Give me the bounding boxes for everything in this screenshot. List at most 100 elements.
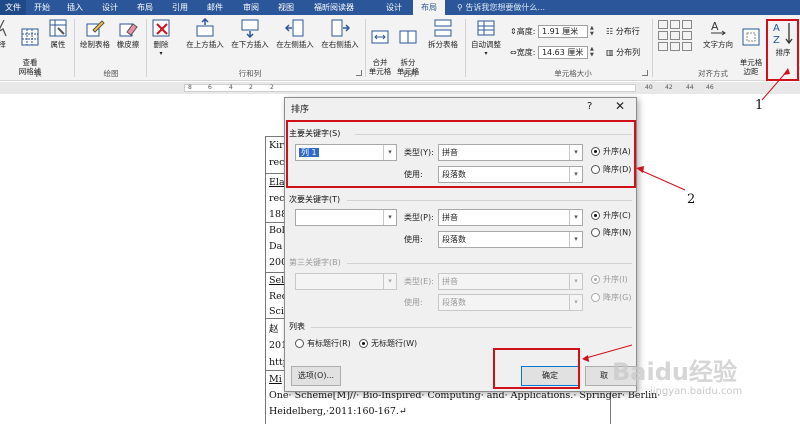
group-cell-size-label: 单元格大小 (554, 69, 592, 78)
delete-table-icon (151, 18, 171, 38)
tertiary-ascending-radio[interactable] (591, 275, 600, 284)
has-header-row-label[interactable]: 有标题行(R) (307, 338, 351, 349)
ruler-number: 8 (188, 84, 192, 91)
tertiary-ascending-label[interactable]: 升序(I) (603, 274, 628, 285)
eraser-button[interactable]: 橡皮擦 (114, 18, 142, 49)
distribute-cols-icon: ▥ (606, 48, 617, 57)
insert-left-button[interactable]: 在左侧插入 (273, 18, 317, 49)
autofit-icon (476, 18, 496, 38)
table-cell-text: Sel (269, 275, 285, 286)
rows-cols-launcher-icon[interactable] (356, 70, 362, 76)
secondary-type-select[interactable]: 拼音 ▾ (438, 209, 583, 226)
chevron-down-icon: ▾ (383, 210, 396, 225)
primary-key-highlight-box (286, 120, 636, 188)
insert-below-button[interactable]: 在下方插入 (228, 18, 272, 49)
align-bottom-right-icon[interactable] (682, 42, 692, 51)
table-cell-text: rec (269, 193, 285, 204)
merge-cells-icon (370, 27, 390, 47)
chevron-down-icon: ▾ (569, 274, 582, 289)
draw-table-button[interactable]: 绘制表格 (78, 18, 112, 49)
align-top-center-icon[interactable] (670, 20, 680, 29)
delete-button[interactable]: 删除 ▾ (150, 18, 172, 58)
tab-foxit-reader[interactable]: 福昕阅读器 (306, 0, 362, 15)
secondary-descending-radio[interactable] (591, 228, 600, 237)
options-button[interactable]: 选项(O)... (291, 366, 341, 386)
tell-me-search[interactable]: ⚲ 告诉我您想要做什么... (457, 1, 545, 14)
row-height-control: ⇕高度: 1.91 厘米 ▲ ▼ (510, 25, 596, 38)
help-icon[interactable]: ? (587, 101, 592, 112)
secondary-using-select[interactable]: 段落数 ▾ (438, 231, 583, 248)
baidu-watermark-url: jingyan.baidu.com (650, 386, 743, 397)
ribbon-tab-bar: 文件 开始 插入 设计 布局 引用 邮件 审阅 视图 福昕阅读器 设计 布局 ⚲… (0, 0, 800, 15)
secondary-key-label: 次要关键字(T) (289, 195, 341, 204)
align-top-left-icon[interactable] (658, 20, 668, 29)
group-draw-label: 绘图 (103, 69, 119, 78)
tab-file[interactable]: 文件 (0, 0, 26, 15)
arrow-to-primary-key (639, 169, 686, 191)
tab-table-layout[interactable]: 布局 (413, 0, 445, 15)
distribute-cols-button[interactable]: ▥ 分布列 (606, 47, 640, 58)
split-cells-icon (398, 27, 418, 47)
list-section-label: 列表 (289, 322, 305, 331)
group-rows-cols-label: 行和列 (238, 69, 262, 78)
insert-right-icon (330, 18, 350, 38)
secondary-ascending-radio[interactable] (591, 211, 600, 220)
no-header-row-radio[interactable] (359, 339, 368, 348)
secondary-ascending-label[interactable]: 升序(C) (603, 210, 631, 221)
insert-right-button[interactable]: 在右侧插入 (318, 18, 362, 49)
align-middle-left-icon[interactable] (658, 31, 668, 40)
split-table-button[interactable]: 拆分表格 (424, 18, 462, 49)
has-header-row-radio[interactable] (295, 339, 304, 348)
no-header-row-label[interactable]: 无标题行(W) (371, 338, 417, 349)
spinner-arrows-icon[interactable]: ▲ ▼ (588, 25, 596, 38)
properties-button[interactable]: 属性 (48, 18, 68, 49)
align-middle-center-icon[interactable] (670, 31, 680, 40)
table-cell-text: Ela (269, 177, 285, 188)
distribute-rows-button[interactable]: ☷ 分布行 (606, 26, 640, 37)
spinner-arrows-icon[interactable]: ▲ ▼ (588, 46, 596, 59)
column-width-control: ⇔宽度: 14.63 厘米 ▲ ▼ (510, 46, 596, 59)
text-direction-button[interactable]: A 文字方向 (700, 18, 736, 49)
secondary-using-label: 使用: (404, 235, 423, 244)
tertiary-descending-label[interactable]: 降序(G) (603, 292, 631, 303)
tab-view[interactable]: 视图 (271, 0, 301, 15)
tertiary-using-select[interactable]: 段落数 ▾ (438, 294, 583, 311)
tab-design[interactable]: 设计 (95, 0, 125, 15)
tertiary-descending-radio[interactable] (591, 293, 600, 302)
properties-icon (48, 18, 68, 38)
tab-table-design[interactable]: 设计 (378, 0, 410, 15)
sort-dialog: 排序 ? ✕ 主要关键字(S) 列 1 ▾ 类型(Y): 拼音 ▾ 使用: 段落… (284, 97, 637, 392)
dialog-title: 排序 (291, 105, 310, 115)
secondary-descending-label[interactable]: 降序(N) (603, 227, 631, 238)
text-direction-icon: A (708, 18, 728, 38)
tertiary-type-label: 类型(E): (404, 277, 434, 286)
tertiary-key-select[interactable]: ▾ (295, 273, 397, 290)
close-icon[interactable]: ✕ (615, 99, 625, 113)
tab-layout[interactable]: 布局 (130, 0, 160, 15)
divider (347, 200, 632, 201)
secondary-key-select[interactable]: ▾ (295, 209, 397, 226)
align-middle-right-icon[interactable] (682, 31, 692, 40)
merge-cells-button[interactable]: 合并 单元格 (367, 18, 393, 76)
insert-above-button[interactable]: 在上方插入 (183, 18, 227, 49)
autofit-button[interactable]: 自动调整 ▾ (468, 18, 504, 58)
eraser-icon (118, 18, 138, 38)
divider (365, 19, 366, 77)
align-top-right-icon[interactable] (682, 20, 692, 29)
tertiary-type-select[interactable]: 拼音 ▾ (438, 273, 583, 290)
cell-margins-button[interactable]: 单元格 边距 (737, 18, 765, 76)
divider (311, 327, 632, 328)
tab-mailings[interactable]: 邮件 (200, 0, 230, 15)
tab-references[interactable]: 引用 (165, 0, 195, 15)
row-height-input[interactable]: 1.91 厘米 (537, 25, 588, 38)
tab-review[interactable]: 审阅 (236, 0, 266, 15)
align-bottom-left-icon[interactable] (658, 42, 668, 51)
tab-insert[interactable]: 插入 (60, 0, 90, 15)
align-grid (656, 20, 694, 51)
align-bottom-center-icon[interactable] (670, 42, 680, 51)
cell-size-launcher-icon[interactable] (642, 70, 648, 76)
sort-highlight-box (766, 19, 799, 81)
tab-home[interactable]: 开始 (27, 0, 57, 15)
select-button[interactable]: 择 (0, 18, 10, 49)
column-width-input[interactable]: 14.63 厘米 (537, 46, 588, 59)
